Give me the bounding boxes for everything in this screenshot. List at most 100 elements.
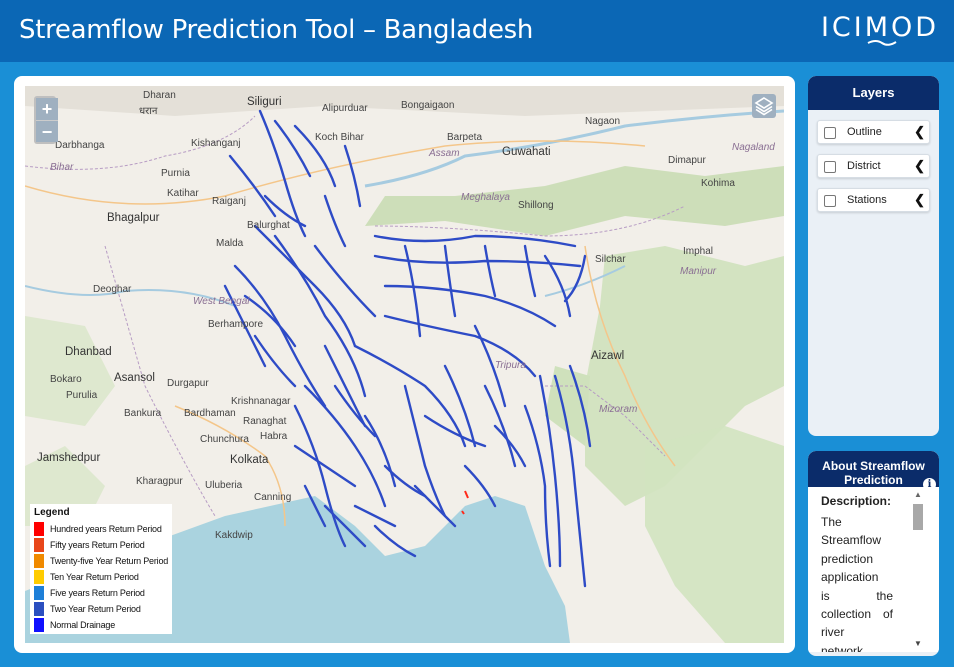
legend-swatch: [34, 522, 44, 536]
description-line: network: [821, 643, 864, 652]
legend-item: Twenty-five Year Return Period: [34, 553, 168, 569]
map-label: Jamshedpur: [37, 452, 101, 464]
legend-swatch: [34, 586, 44, 600]
legend-label: Hundred years Return Period: [50, 524, 162, 534]
map-label: Purulia: [66, 390, 98, 401]
legend-item: Five years Return Period: [34, 585, 168, 601]
legend-swatch: [34, 554, 44, 568]
map-label: Bankura: [124, 408, 162, 419]
layer-item-district[interactable]: District ❮: [817, 154, 930, 178]
legend-item: Ten Year Return Period: [34, 569, 168, 585]
map-label: Katihar: [167, 188, 199, 199]
map-label: Kolkata: [230, 454, 269, 466]
legend-item: Fifty years Return Period: [34, 537, 168, 553]
map-label: Bongaigaon: [401, 100, 455, 111]
map-label: Meghalaya: [461, 192, 510, 203]
map-label: Chunchura: [200, 434, 249, 445]
map-label: Tripura: [495, 360, 526, 371]
map-label: Malda: [216, 238, 244, 249]
layer-checkbox[interactable]: [824, 161, 836, 173]
description-line: is the: [821, 588, 893, 603]
map-label: Dhanbad: [65, 346, 112, 358]
map-label: Kishanganj: [191, 138, 241, 149]
map-label: Silchar: [595, 254, 626, 265]
zoom-out-button[interactable]: −: [36, 120, 58, 142]
map-label: Ranaghat: [243, 416, 287, 427]
description-line: The: [821, 515, 842, 529]
description-line: Streamflow: [821, 533, 882, 548]
map-label: Dimapur: [668, 155, 706, 166]
legend-label: Normal Drainage: [50, 620, 116, 630]
chevron-left-icon[interactable]: ❮: [914, 158, 925, 174]
map-label: Canning: [254, 492, 292, 503]
layer-switcher-button[interactable]: [752, 94, 776, 118]
scroll-thumb[interactable]: [913, 504, 923, 530]
about-panel-title: About Streamflow Prediction: [808, 451, 939, 487]
map-label: Guwahati: [502, 146, 551, 158]
map-label: Mizoram: [599, 404, 638, 415]
logo-wave-icon: [867, 40, 897, 46]
layer-label: District: [847, 160, 881, 172]
legend-swatch: [34, 618, 44, 632]
layer-item-outline[interactable]: Outline ❮: [817, 120, 930, 144]
description-scrollbar[interactable]: ▲ ▼: [911, 490, 925, 648]
about-body[interactable]: Description: The Streamflow prediction a…: [808, 487, 939, 652]
legend-label: Fifty years Return Period: [50, 540, 145, 550]
map-label: Shillong: [518, 200, 554, 211]
layer-checkbox[interactable]: [824, 195, 836, 207]
map-label: Uluberia: [205, 480, 243, 491]
chevron-left-icon[interactable]: ❮: [914, 124, 925, 140]
legend-swatch: [34, 570, 44, 584]
map-label: Bokaro: [50, 374, 82, 385]
layers-icon: [754, 97, 774, 116]
map-label: Dharan: [143, 90, 176, 101]
app-header: Streamflow Prediction Tool – Bangladesh …: [0, 0, 954, 62]
map-label: Kohima: [701, 178, 735, 189]
map-label: Bhagalpur: [107, 212, 160, 224]
description-line: prediction: [821, 551, 874, 566]
map-label: Raiganj: [212, 196, 246, 207]
map-label: Berhampore: [208, 319, 264, 330]
legend-item: Normal Drainage: [34, 617, 168, 633]
map-label: Balurghat: [247, 220, 290, 231]
map-label: Nagaland: [732, 142, 775, 153]
icimod-logo: ICIMOD: [820, 12, 940, 48]
map-label: Deoghar: [93, 284, 132, 295]
legend-label: Twenty-five Year Return Period: [50, 556, 169, 566]
layer-item-stations[interactable]: Stations ❮: [817, 188, 930, 212]
map-label: Kharagpur: [136, 476, 183, 487]
map-view[interactable]: Dharan धरान Siliguri Alipurduar Bongaiga…: [25, 86, 784, 643]
layer-checkbox[interactable]: [824, 127, 836, 139]
map-label: Asansol: [114, 372, 155, 384]
map-label: Koch Bihar: [315, 132, 364, 143]
layer-label: Outline: [847, 126, 882, 138]
about-panel: About Streamflow Prediction i Descriptio…: [808, 451, 939, 656]
map-label: Krishnanagar: [231, 396, 291, 407]
map-label: Manipur: [680, 266, 717, 277]
map-label: Habra: [260, 431, 288, 442]
app-title: Streamflow Prediction Tool – Bangladesh: [19, 15, 534, 45]
legend-label: Five years Return Period: [50, 588, 145, 598]
scroll-down-icon[interactable]: ▼: [914, 639, 922, 648]
map-label: Alipurduar: [322, 103, 368, 114]
layer-label: Stations: [847, 194, 887, 206]
map-label: Nagaon: [585, 116, 621, 127]
legend-label: Two Year Return Period: [50, 604, 141, 614]
layers-panel-title: Layers: [808, 76, 939, 110]
zoom-in-button[interactable]: +: [36, 98, 58, 120]
scroll-up-icon[interactable]: ▲: [914, 490, 922, 499]
chevron-left-icon[interactable]: ❮: [914, 192, 925, 208]
description-label: Description:: [821, 494, 892, 508]
map-legend: Legend Hundred years Return Period Fifty…: [30, 504, 172, 634]
map-label: West Bengal: [193, 296, 250, 307]
description-line: collection of: [821, 607, 893, 622]
legend-item: Hundred years Return Period: [34, 521, 168, 537]
map-label: Assam: [429, 148, 460, 159]
description-line: application: [821, 570, 879, 585]
legend-swatch: [34, 538, 44, 552]
description-text: The Streamflow prediction application is…: [821, 513, 893, 652]
zoom-control: + −: [34, 96, 58, 144]
map-label: Bardhaman: [184, 408, 236, 419]
layers-panel: Layers Outline ❮ District ❮ Stations ❮: [808, 76, 939, 436]
legend-item: Two Year Return Period: [34, 601, 168, 617]
